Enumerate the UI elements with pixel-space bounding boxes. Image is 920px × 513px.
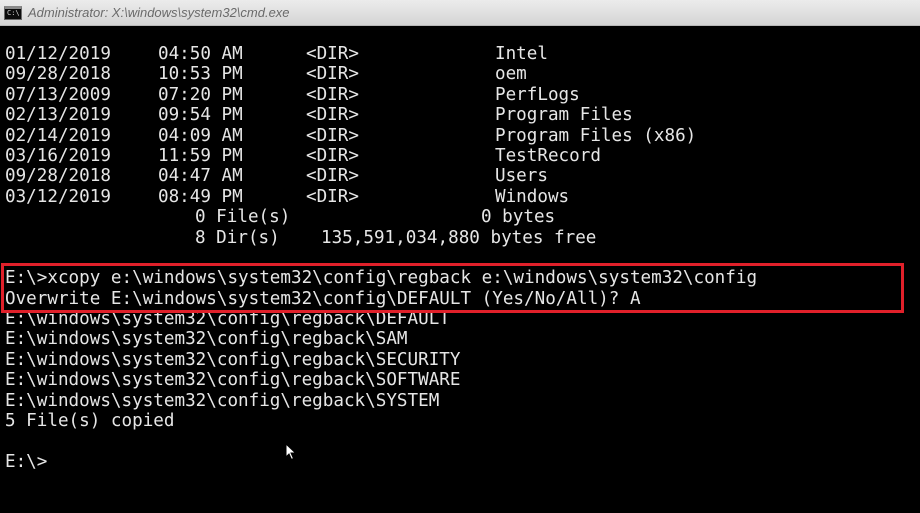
entry-date: 02/14/2019 (5, 125, 111, 146)
listing-row: 09/28/2018 04:47 AM <DIR> Users (5, 166, 915, 186)
listing-row: 03/16/2019 11:59 PM <DIR> TestRecord (5, 146, 915, 166)
entry-date: 09/28/2018 (5, 166, 111, 187)
entry-name: oem (495, 64, 527, 85)
entry-type: <DIR> (306, 186, 359, 207)
dirs-count: 8 Dir(s) (195, 227, 280, 248)
copied-file: E:\windows\system32\config\regback\SYSTE… (5, 391, 915, 411)
copied-file: E:\windows\system32\config\regback\SOFTW… (5, 370, 915, 390)
entry-time: 10:53 PM (158, 64, 243, 85)
window-titlebar[interactable]: C:\ Administrator: X:\windows\system32\c… (0, 0, 920, 26)
overwrite-prompt: Overwrite E:\windows\system32\config\DEF… (5, 288, 641, 309)
entry-type: <DIR> (306, 105, 359, 126)
mouse-pointer-icon (285, 443, 297, 461)
files-summary: 0 File(s) 0 bytes (5, 207, 915, 227)
entry-date: 09/28/2018 (5, 64, 111, 85)
entry-type: <DIR> (306, 125, 359, 146)
entry-date: 02/13/2019 (5, 105, 111, 126)
entry-type: <DIR> (306, 166, 359, 187)
xcopy-command-line: E:\>xcopy e:\windows\system32\config\reg… (5, 268, 915, 288)
entry-date: 01/12/2019 (5, 44, 111, 64)
listing-row: 03/12/2019 08:49 PM <DIR> Windows (5, 187, 915, 207)
copied-file-path: E:\windows\system32\config\regback\SECUR… (5, 349, 461, 370)
entry-name: TestRecord (495, 145, 601, 166)
files-bytes: 0 bytes (481, 207, 556, 228)
entry-time: 09:54 PM (158, 105, 243, 126)
command-prompt-line[interactable]: E:\> (5, 452, 915, 472)
entry-time: 04:50 AM (158, 44, 243, 64)
dirs-summary: 8 Dir(s) 135,591,034,880 bytes free (5, 228, 915, 248)
copied-file-path: E:\windows\system32\config\regback\SOFTW… (5, 370, 461, 391)
console-output[interactable]: 01/12/2019 04:50 AM <DIR> Intel 09/28/20… (5, 44, 915, 472)
entry-name: Windows (495, 186, 570, 207)
copied-file-path: E:\windows\system32\config\regback\SAM (5, 329, 408, 350)
listing-row: 07/13/2009 07:20 PM <DIR> PerfLogs (5, 85, 915, 105)
listing-row: 02/13/2019 09:54 PM <DIR> Program Files (5, 105, 915, 125)
listing-row: 01/12/2019 04:50 AM <DIR> Intel (5, 44, 915, 64)
window-title: Administrator: X:\windows\system32\cmd.e… (28, 5, 290, 20)
entry-name: Program Files (x86) (495, 125, 697, 146)
copied-file-path: E:\windows\system32\config\regback\SYSTE… (5, 390, 440, 411)
entry-date: 03/16/2019 (5, 145, 111, 166)
copy-result: 5 File(s) copied (5, 411, 175, 432)
listing-row: 02/14/2019 04:09 AM <DIR> Program Files … (5, 126, 915, 146)
copied-file: E:\windows\system32\config\regback\DEFAU… (5, 309, 915, 329)
entry-type: <DIR> (306, 44, 359, 64)
entry-time: 04:47 AM (158, 166, 243, 187)
entry-time: 07:20 PM (158, 84, 243, 105)
entry-time: 11:59 PM (158, 145, 243, 166)
entry-name: PerfLogs (495, 84, 580, 105)
copy-result-line: 5 File(s) copied (5, 411, 915, 431)
overwrite-prompt-line: Overwrite E:\windows\system32\config\DEF… (5, 289, 915, 309)
cmd-icon: C:\ (4, 5, 22, 20)
entry-time: 08:49 PM (158, 186, 243, 207)
entry-type: <DIR> (306, 145, 359, 166)
entry-type: <DIR> (306, 64, 359, 85)
listing-row: 09/28/2018 10:53 PM <DIR> oem (5, 64, 915, 84)
dirs-free: 135,591,034,880 bytes free (321, 227, 597, 248)
copied-file: E:\windows\system32\config\regback\SECUR… (5, 350, 915, 370)
files-count: 0 File(s) (195, 207, 291, 228)
copied-file-path: E:\windows\system32\config\regback\DEFAU… (5, 309, 450, 330)
entry-name: Users (495, 166, 548, 187)
entry-type: <DIR> (306, 84, 359, 105)
entry-date: 03/12/2019 (5, 186, 111, 207)
copied-file: E:\windows\system32\config\regback\SAM (5, 329, 915, 349)
xcopy-command: E:\>xcopy e:\windows\system32\config\reg… (5, 268, 758, 289)
command-prompt[interactable]: E:\> (5, 452, 47, 472)
entry-date: 07/13/2009 (5, 84, 111, 105)
entry-time: 04:09 AM (158, 125, 243, 146)
entry-name: Program Files (495, 105, 633, 126)
entry-name: Intel (495, 44, 548, 64)
